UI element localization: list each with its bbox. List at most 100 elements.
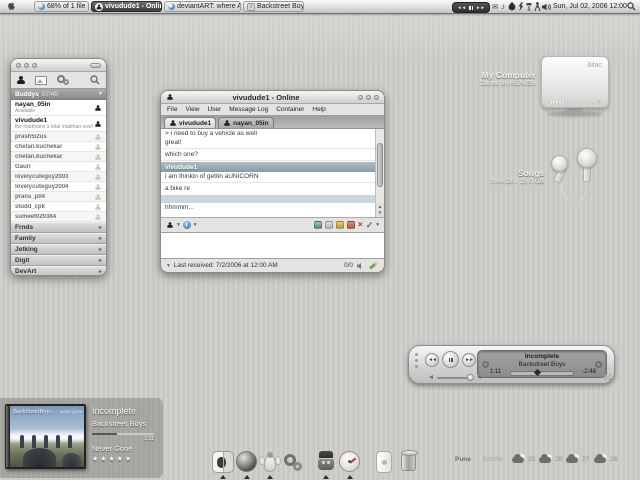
taskbar-item-chat[interactable]: vivudude1 - Online: [91, 1, 162, 12]
buddy-group-jetking[interactable]: Jetking ▸: [11, 244, 106, 255]
seek-bar[interactable]: [510, 368, 574, 377]
chevron-down-icon[interactable]: ▾: [376, 222, 379, 228]
scrollbar-arrows[interactable]: ▴ ▾: [375, 203, 384, 217]
close-icon[interactable]: [16, 62, 21, 68]
offline-buddy-list: prash5i2us chetan.kuchekar chetan.kuchek…: [11, 132, 106, 222]
buddy-group-header[interactable]: Buddys 07/40 ▾: [11, 88, 106, 100]
weather-temp: 28: [555, 456, 563, 463]
chat-titlebar[interactable]: vivudude1 - Online: [161, 91, 384, 104]
volume-slider[interactable]: [429, 374, 483, 381]
chevron-down-icon[interactable]: ▾: [177, 222, 180, 228]
buddy-group-digit[interactable]: Digit ▸: [11, 255, 106, 266]
buddy-group-family[interactable]: Family ▸: [11, 233, 106, 244]
resize-grip[interactable]: [604, 373, 611, 380]
text-color-icon[interactable]: [347, 221, 356, 229]
search-icon[interactable]: [90, 75, 100, 85]
chevron-down-icon[interactable]: ▾: [167, 263, 170, 269]
dock-gauge-clock-icon[interactable]: [339, 451, 361, 473]
buddy-row[interactable]: lovelycuteguy2003: [11, 172, 106, 182]
songs-label[interactable]: Songs 9.64 GB / 25.0 GB: [462, 168, 544, 185]
weather-condition: Drizzle: [483, 456, 503, 463]
buddy-name: nayan_05in: [15, 101, 51, 108]
tab-vivudude1[interactable]: vivudude1: [164, 117, 217, 128]
pause-button[interactable]: [442, 351, 459, 368]
scroll-down-icon[interactable]: ▾: [379, 210, 382, 216]
spotlight-search-icon[interactable]: [627, 2, 636, 11]
pause-icon[interactable]: [469, 5, 473, 10]
menu-container[interactable]: Container: [276, 106, 304, 113]
menu-clock[interactable]: Sun, Jul 02, 2006 12:00: [553, 3, 627, 10]
osd-rating-stars: ★ ★ ★ ★ ★: [92, 456, 132, 463]
buddy-row[interactable]: chetan.kuchekar: [11, 142, 106, 152]
apple-menu-icon[interactable]: [7, 2, 16, 11]
menu-help[interactable]: Help: [312, 106, 325, 113]
taskbar-item-download[interactable]: 68% of 1 file - Downl...: [34, 1, 89, 12]
block-icon[interactable]: ×: [358, 221, 363, 229]
buddy-group-devart[interactable]: DevArt ▸: [11, 266, 106, 275]
next-track-icon[interactable]: ►►: [476, 5, 485, 10]
dock-trash-icon[interactable]: [398, 450, 420, 473]
minimize-icon[interactable]: [24, 62, 29, 68]
smiley-icon[interactable]: [325, 221, 334, 229]
previous-track-icon[interactable]: ◄◄: [457, 5, 466, 10]
menu-message-log[interactable]: Message Log: [229, 106, 268, 113]
mute-speaker-icon[interactable]: [357, 262, 365, 270]
music-note-icon[interactable]: ♪: [500, 2, 506, 11]
minimize-icon[interactable]: [366, 94, 371, 100]
player-window-dots[interactable]: [415, 353, 418, 368]
edit-pencil-icon[interactable]: [369, 261, 378, 270]
insert-image-icon[interactable]: [314, 221, 323, 229]
buddy-menu-icon[interactable]: [167, 222, 173, 228]
photo-icon[interactable]: [35, 75, 47, 85]
volume-icon[interactable]: [542, 2, 551, 11]
zoom-icon[interactable]: [374, 94, 379, 100]
font-icon[interactable]: [336, 221, 345, 229]
buddy-row-online[interactable]: vivudude1 the madmans a total madman now…: [11, 116, 106, 132]
dock-browser-globe-icon[interactable]: [236, 451, 258, 473]
track-artist: Backstreet Boys: [518, 361, 566, 368]
menu-file[interactable]: File: [167, 106, 177, 113]
person-icon[interactable]: [534, 2, 541, 11]
buddy-row[interactable]: sumeet020384: [11, 212, 106, 222]
taskbar-item-music[interactable]: ♪ Backstreet Boys - Inc...: [243, 1, 304, 12]
buddy-row[interactable]: prash5i2us: [11, 132, 106, 142]
dock-cooker-pot-icon[interactable]: [315, 451, 337, 473]
menu-view[interactable]: View: [185, 106, 199, 113]
phone-icon[interactable]: [525, 2, 533, 11]
my-computer-label[interactable]: My Computer Dance on HEAVEN: [452, 70, 536, 87]
buddy-icon[interactable]: [17, 76, 25, 84]
buddy-row[interactable]: lovelycuteguy2004: [11, 182, 106, 192]
fast-forward-button[interactable]: ►►: [462, 353, 476, 367]
mail-icon[interactable]: ✉: [491, 2, 499, 11]
collapse-pill[interactable]: [90, 62, 101, 68]
rewind-button[interactable]: ◄◄: [425, 353, 439, 367]
buddy-row[interactable]: Gauri: [11, 162, 106, 172]
message-input[interactable]: [161, 232, 384, 259]
settings-gears-icon[interactable]: [57, 75, 69, 85]
volume-knob[interactable]: [467, 374, 474, 381]
power-bolt-icon[interactable]: [517, 2, 524, 11]
dock-penguin-messenger-icon[interactable]: [259, 451, 281, 473]
seek-thumb[interactable]: [533, 368, 541, 377]
buddy-list-titlebar[interactable]: [11, 59, 106, 72]
dock-utilities-gears-icon[interactable]: [282, 451, 304, 473]
send-check-icon[interactable]: ✓: [366, 220, 374, 230]
chevron-down-icon[interactable]: ▾: [194, 222, 197, 228]
buddy-row[interactable]: chetan.kuchekar: [11, 152, 106, 162]
my-computer-icon[interactable]: iMac: [541, 56, 609, 108]
amarok-tray-icon[interactable]: [508, 2, 516, 11]
tab-nayan-05in[interactable]: nayan_05in: [218, 117, 274, 128]
buddy-row[interactable]: studd_cpk: [11, 202, 106, 212]
zoom-icon[interactable]: [32, 62, 37, 68]
info-icon[interactable]: i: [182, 221, 191, 229]
scrollbar-thumb[interactable]: [377, 143, 383, 187]
buddy-row-online[interactable]: nayan_05in Available: [11, 100, 106, 116]
dock-finder-icon[interactable]: [212, 451, 234, 473]
earbuds-icon[interactable]: [550, 145, 602, 203]
menu-user[interactable]: User: [207, 106, 221, 113]
buddy-row[interactable]: prans_p04: [11, 192, 106, 202]
close-icon[interactable]: [358, 94, 363, 100]
taskbar-item-deviantart[interactable]: deviantART: where A...: [164, 1, 241, 12]
dock-ipod-icon[interactable]: [373, 451, 395, 473]
buddy-group-frnds[interactable]: Frnds ▸: [11, 222, 106, 233]
